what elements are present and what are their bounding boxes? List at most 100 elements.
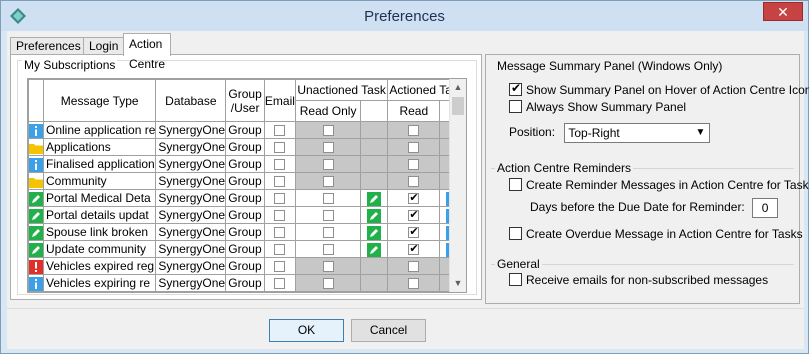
- group-cell[interactable]: Group: [225, 257, 265, 275]
- database-cell[interactable]: SynergyOne: [155, 257, 227, 275]
- actioned-read-cell[interactable]: [387, 138, 441, 156]
- message-type-cell[interactable]: Portal Medical Deta: [42, 189, 157, 207]
- create-overdue-checkbox[interactable]: [509, 227, 522, 240]
- table-row[interactable]: Applications SynergyOne Group: [28, 138, 466, 156]
- unactioned-read-only-cell[interactable]: [294, 240, 362, 258]
- group-cell[interactable]: Group: [225, 155, 265, 173]
- message-type-cell[interactable]: Vehicles expired reg: [42, 257, 157, 275]
- unactioned-read-only-cell[interactable]: [294, 274, 362, 292]
- actioned-read-checkbox[interactable]: [408, 142, 420, 154]
- actioned-read-cell[interactable]: [387, 121, 441, 139]
- message-type-cell[interactable]: Online application re: [42, 121, 157, 139]
- database-cell[interactable]: SynergyOne: [155, 155, 227, 173]
- email-checkbox[interactable]: [274, 125, 286, 137]
- email-cell[interactable]: [263, 189, 296, 207]
- cancel-button[interactable]: Cancel: [351, 319, 426, 342]
- email-cell[interactable]: [263, 257, 296, 275]
- database-cell[interactable]: SynergyOne: [155, 172, 227, 190]
- actioned-read-cell[interactable]: [387, 206, 441, 224]
- days-input[interactable]: 0: [752, 198, 779, 218]
- table-row[interactable]: Update community SynergyOne Group: [28, 240, 466, 258]
- col-email[interactable]: Email: [263, 79, 296, 122]
- col-database[interactable]: Database: [155, 79, 227, 122]
- show-on-hover-checkbox[interactable]: [509, 81, 522, 96]
- group-cell[interactable]: Group: [225, 206, 265, 224]
- actioned-read-checkbox[interactable]: [408, 242, 420, 256]
- email-cell[interactable]: [263, 172, 296, 190]
- col-group-user[interactable]: Group /User: [225, 79, 265, 122]
- message-type-cell[interactable]: Community: [42, 172, 157, 190]
- database-cell[interactable]: SynergyOne: [155, 274, 227, 292]
- database-cell[interactable]: SynergyOne: [155, 189, 227, 207]
- actioned-read-cell[interactable]: [387, 155, 441, 173]
- unactioned-read-only-checkbox[interactable]: [322, 210, 334, 222]
- database-cell[interactable]: SynergyOne: [155, 223, 227, 241]
- vertical-scrollbar[interactable]: ▲ ▼: [449, 79, 466, 292]
- close-button[interactable]: ✕: [763, 2, 803, 21]
- create-reminder-option[interactable]: Create Reminder Messages in Action Centr…: [509, 178, 809, 192]
- table-row[interactable]: Spouse link broken SynergyOne Group: [28, 223, 466, 241]
- database-cell[interactable]: SynergyOne: [155, 206, 227, 224]
- show-on-hover-option[interactable]: Show Summary Panel on Hover of Action Ce…: [509, 81, 809, 97]
- email-cell[interactable]: [263, 138, 296, 156]
- actioned-read-cell[interactable]: [387, 172, 441, 190]
- table-row[interactable]: Portal details updat SynergyOne Group: [28, 206, 466, 224]
- table-row[interactable]: Portal Medical Deta SynergyOne Group: [28, 189, 466, 207]
- table-row[interactable]: Online application re SynergyOne Group: [28, 121, 466, 139]
- email-checkbox[interactable]: [274, 244, 286, 256]
- create-reminder-checkbox[interactable]: [509, 178, 522, 191]
- actioned-read-checkbox[interactable]: [408, 176, 420, 188]
- unactioned-read-only-cell[interactable]: [294, 138, 362, 156]
- actioned-read-checkbox[interactable]: [408, 278, 420, 290]
- message-type-cell[interactable]: Update community: [42, 240, 157, 258]
- always-show-option[interactable]: Always Show Summary Panel: [509, 100, 686, 114]
- tab-login[interactable]: Login: [83, 37, 125, 55]
- col-read-only[interactable]: Read Only: [294, 100, 362, 122]
- unactioned-read-only-cell[interactable]: [294, 189, 362, 207]
- actioned-read-cell[interactable]: [387, 223, 441, 241]
- unactioned-read-only-checkbox[interactable]: [322, 193, 334, 205]
- email-checkbox[interactable]: [274, 278, 286, 290]
- email-checkbox[interactable]: [274, 193, 286, 205]
- create-overdue-option[interactable]: Create Overdue Message in Action Centre …: [509, 227, 803, 241]
- tab-action-centre[interactable]: Action Centre: [123, 33, 172, 71]
- tab-preferences[interactable]: Preferences: [10, 37, 87, 55]
- email-checkbox[interactable]: [274, 227, 286, 239]
- ok-button[interactable]: OK: [269, 319, 344, 342]
- email-checkbox[interactable]: [274, 261, 286, 273]
- group-cell[interactable]: Group: [225, 274, 265, 292]
- email-cell[interactable]: [263, 223, 296, 241]
- message-type-cell[interactable]: Applications: [42, 138, 157, 156]
- unactioned-read-only-cell[interactable]: [294, 155, 362, 173]
- group-cell[interactable]: Group: [225, 172, 265, 190]
- database-cell[interactable]: SynergyOne: [155, 121, 227, 139]
- actioned-read-checkbox[interactable]: [408, 191, 420, 205]
- actioned-read-checkbox[interactable]: [408, 225, 420, 239]
- group-cell[interactable]: Group: [225, 223, 265, 241]
- unactioned-read-only-checkbox[interactable]: [322, 125, 334, 137]
- message-type-cell[interactable]: Vehicles expiring re: [42, 274, 157, 292]
- col-read[interactable]: Read: [387, 100, 441, 122]
- table-row[interactable]: Community SynergyOne Group: [28, 172, 466, 190]
- scroll-down-icon[interactable]: ▼: [450, 275, 466, 292]
- email-cell[interactable]: [263, 206, 296, 224]
- email-cell[interactable]: [263, 240, 296, 258]
- unactioned-read-only-cell[interactable]: [294, 121, 362, 139]
- position-select[interactable]: Top-Right ▼: [564, 123, 711, 143]
- actioned-read-cell[interactable]: [387, 189, 441, 207]
- actioned-read-checkbox[interactable]: [408, 208, 420, 222]
- receive-emails-checkbox[interactable]: [509, 273, 522, 286]
- always-show-checkbox[interactable]: [509, 100, 522, 113]
- database-cell[interactable]: SynergyOne: [155, 138, 227, 156]
- email-cell[interactable]: [263, 274, 296, 292]
- unactioned-read-only-checkbox[interactable]: [322, 261, 334, 273]
- actioned-read-checkbox[interactable]: [408, 261, 420, 273]
- message-type-cell[interactable]: Portal details updat: [42, 206, 157, 224]
- email-cell[interactable]: [263, 155, 296, 173]
- unactioned-read-only-cell[interactable]: [294, 206, 362, 224]
- message-type-cell[interactable]: Finalised application: [42, 155, 157, 173]
- group-cell[interactable]: Group: [225, 138, 265, 156]
- unactioned-read-only-checkbox[interactable]: [322, 142, 334, 154]
- scroll-thumb[interactable]: [452, 97, 464, 115]
- receive-emails-option[interactable]: Receive emails for non-subscribed messag…: [509, 273, 768, 287]
